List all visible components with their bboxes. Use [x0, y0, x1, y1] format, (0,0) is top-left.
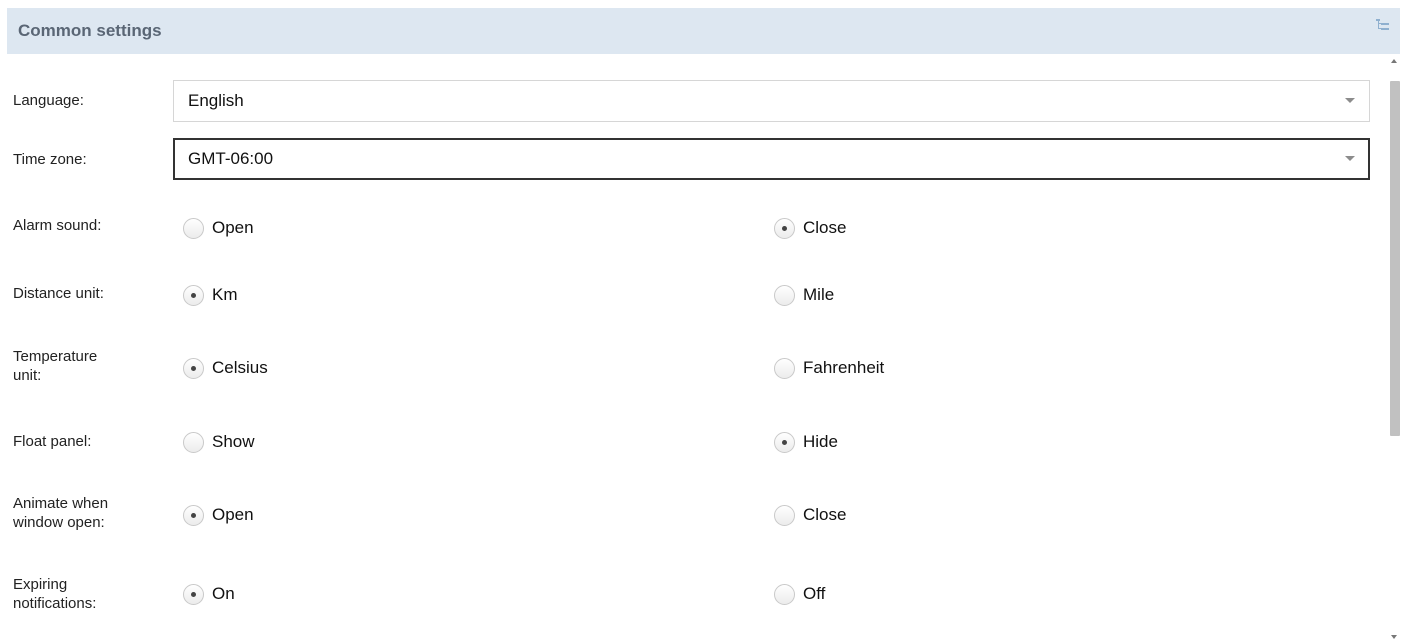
- radio-circle: [183, 431, 204, 453]
- temperature-unit-label: Temperature unit:: [13, 347, 97, 385]
- timezone-value: GMT-06:00: [188, 149, 274, 168]
- radio-circle: [774, 431, 795, 453]
- animate-window-close-radio[interactable]: Close: [774, 502, 846, 528]
- radio-circle: [183, 583, 204, 605]
- radio-label: Close: [803, 505, 847, 524]
- tree-list-icon[interactable]: [1375, 18, 1391, 32]
- label-line: Expiring: [13, 576, 68, 593]
- timezone-label: Time zone:: [13, 151, 87, 168]
- radio-label: Open: [212, 218, 254, 237]
- scroll-down-arrow-icon[interactable]: [1391, 635, 1397, 639]
- label-line: notifications:: [13, 595, 97, 612]
- radio-label: Km: [212, 285, 238, 304]
- radio-circle: [183, 357, 204, 379]
- language-value: English: [188, 91, 244, 110]
- radio-label: Close: [803, 218, 847, 237]
- radio-label: Celsius: [212, 358, 268, 377]
- radio-circle: [774, 357, 795, 379]
- expiring-notifications-off-radio[interactable]: Off: [774, 581, 825, 607]
- radio-label: Show: [212, 432, 255, 451]
- radio-circle: [183, 284, 204, 306]
- radio-circle: [774, 284, 795, 306]
- radio-label: On: [212, 584, 235, 603]
- radio-label: Hide: [803, 432, 838, 451]
- label-line: window open:: [13, 514, 105, 531]
- language-select[interactable]: English: [173, 80, 1370, 122]
- radio-label: Off: [803, 584, 826, 603]
- temperature-unit-fahrenheit-radio[interactable]: Fahrenheit: [774, 355, 884, 381]
- scroll-up-arrow-icon[interactable]: [1391, 59, 1397, 63]
- radio-circle: [774, 504, 795, 526]
- radio-circle: [774, 217, 795, 239]
- alarm-sound-close-radio[interactable]: Close: [774, 215, 846, 241]
- label-line: unit:: [13, 367, 42, 384]
- expiring-notifications-label: Expiring notifications:: [13, 575, 96, 613]
- radio-circle: [774, 583, 795, 605]
- alarm-sound-label: Alarm sound:: [13, 217, 102, 234]
- float-panel-show-radio[interactable]: Show: [183, 429, 255, 455]
- panel-title: Common settings: [18, 21, 162, 40]
- alarm-sound-open-radio[interactable]: Open: [183, 215, 254, 241]
- radio-circle: [183, 504, 204, 526]
- animate-window-label: Animate when window open:: [13, 494, 108, 532]
- distance-unit-label: Distance unit:: [13, 285, 104, 302]
- language-label: Language:: [13, 92, 84, 109]
- vertical-scrollbar[interactable]: [1388, 56, 1402, 639]
- radio-circle: [183, 217, 204, 239]
- panel-header: Common settings: [7, 8, 1400, 54]
- label-line: Animate when: [13, 495, 109, 512]
- float-panel-label: Float panel:: [13, 433, 92, 450]
- expiring-notifications-on-radio[interactable]: On: [183, 581, 235, 607]
- radio-label: Mile: [803, 285, 835, 304]
- radio-label: Fahrenheit: [803, 358, 885, 377]
- radio-label: Open: [212, 505, 254, 524]
- timezone-select[interactable]: GMT-06:00: [173, 138, 1370, 180]
- distance-unit-mile-radio[interactable]: Mile: [774, 282, 834, 308]
- label-line: Temperature: [13, 348, 98, 365]
- scroll-thumb[interactable]: [1390, 81, 1400, 436]
- chevron-down-icon: [1345, 98, 1355, 103]
- float-panel-hide-radio[interactable]: Hide: [774, 429, 838, 455]
- temperature-unit-celsius-radio[interactable]: Celsius: [183, 355, 268, 381]
- distance-unit-km-radio[interactable]: Km: [183, 282, 238, 308]
- animate-window-open-radio[interactable]: Open: [183, 502, 254, 528]
- chevron-down-icon: [1345, 156, 1355, 161]
